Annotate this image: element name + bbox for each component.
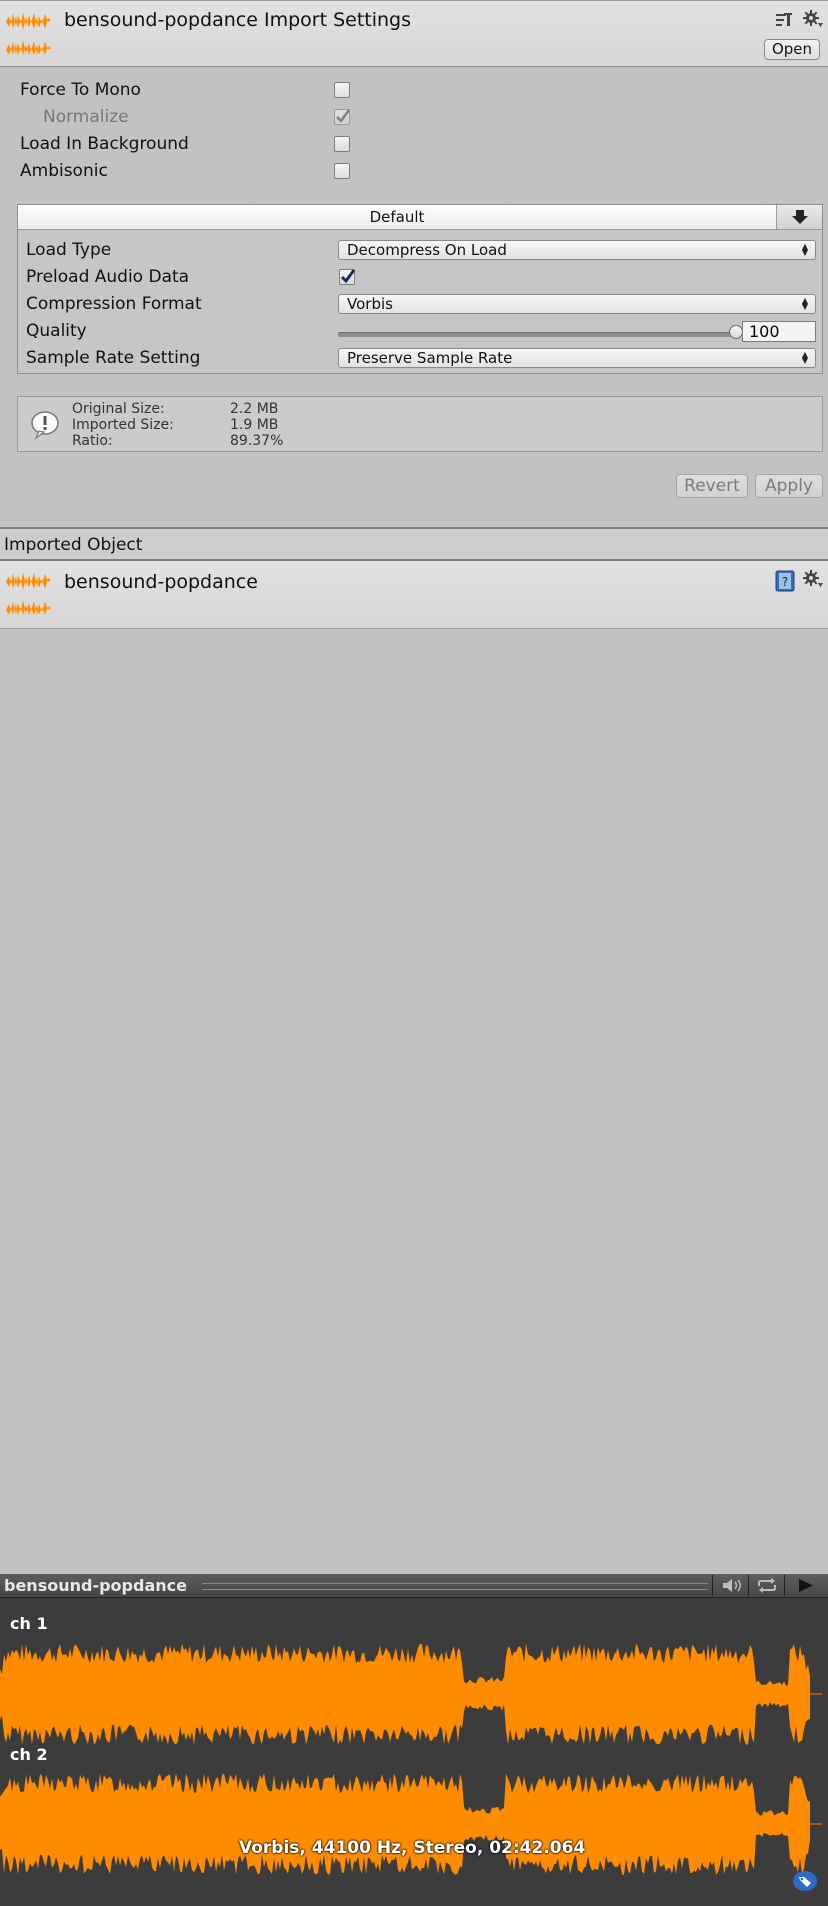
audio-preview-panel: bensound-popdance ch 1 ch 2 Vorbis, 4410…	[0, 1574, 828, 1906]
dropdown-arrows-icon: ▲ ▼	[801, 296, 808, 311]
preset-icon[interactable]	[775, 11, 793, 27]
loop-icon	[758, 1578, 776, 1593]
normalize-checkbox[interactable]	[334, 109, 351, 125]
play-button[interactable]	[784, 1575, 828, 1596]
load-type-label: Load Type	[26, 240, 112, 260]
compression-format-dropdown[interactable]: Vorbis ▲ ▼	[338, 294, 816, 314]
channel-2-label: ch 2	[10, 1745, 48, 1764]
inspector-header: bensound-popdance Import Settings Open	[0, 0, 828, 67]
revert-button[interactable]: Revert	[676, 474, 748, 498]
imported-object-name: bensound-popdance	[64, 571, 258, 593]
waveform-view[interactable]	[0, 1598, 828, 1906]
preload-audio-data-checkbox[interactable]	[339, 269, 356, 285]
imported-object-title: Imported Object	[4, 535, 143, 555]
quality-slider-thumb[interactable]	[729, 325, 743, 339]
force-to-mono-checkbox[interactable]	[334, 82, 350, 98]
original-size-value: 2.2 MB	[230, 401, 279, 417]
platform-settings-panel: Default Load Type Decompress On Load ▲ ▼ …	[17, 204, 823, 374]
force-to-mono-label: Force To Mono	[20, 80, 141, 100]
imported-size-value: 1.9 MB	[230, 417, 279, 433]
inspector-title: bensound-popdance Import Settings	[64, 9, 412, 31]
gear-icon[interactable]	[802, 569, 824, 589]
dropdown-arrows-icon: ▲ ▼	[801, 242, 808, 257]
gear-icon[interactable]	[802, 9, 824, 29]
ambisonic-checkbox[interactable]	[334, 163, 350, 179]
preview-drag-handle[interactable]	[202, 1583, 708, 1590]
checkmark-icon	[340, 269, 356, 284]
load-type-value: Decompress On Load	[347, 241, 507, 259]
imported-object-panel: bensound-popdance ?	[0, 559, 828, 629]
load-in-background-label: Load In Background	[20, 134, 189, 154]
play-icon	[799, 1579, 813, 1592]
tag-icon[interactable]	[792, 1870, 818, 1892]
ratio-label: Ratio:	[72, 433, 113, 449]
load-type-dropdown[interactable]: Decompress On Load ▲ ▼	[338, 240, 816, 260]
audio-info-caption: Vorbis, 44100 Hz, Stereo, 02:42.064	[239, 1838, 586, 1858]
dropdown-arrows-icon: ▲ ▼	[801, 350, 808, 365]
normalize-label: Normalize	[43, 107, 129, 127]
preview-toolbar: bensound-popdance	[0, 1574, 828, 1598]
quality-label: Quality	[26, 321, 87, 341]
info-speech-bubble-icon	[31, 411, 59, 440]
sample-rate-setting-value: Preserve Sample Rate	[347, 349, 513, 367]
help-book-icon[interactable]: ?	[774, 570, 796, 592]
size-info-box: Original Size: 2.2 MB Imported Size: 1.9…	[17, 396, 823, 452]
ratio-value: 89.37%	[230, 433, 284, 449]
download-arrow-icon	[792, 210, 808, 224]
imported-size-label: Imported Size:	[72, 417, 174, 433]
tab-default[interactable]: Default	[18, 205, 776, 229]
audio-clip-icon	[6, 572, 51, 615]
load-in-background-checkbox[interactable]	[334, 136, 350, 152]
sample-rate-setting-dropdown[interactable]: Preserve Sample Rate ▲ ▼	[338, 348, 816, 368]
svg-text:?: ?	[782, 575, 788, 589]
open-button[interactable]: Open	[764, 39, 820, 60]
preload-audio-data-label: Preload Audio Data	[26, 267, 190, 287]
compression-format-value: Vorbis	[347, 295, 393, 313]
apply-button[interactable]: Apply	[755, 474, 823, 498]
checkmark-icon	[336, 109, 351, 123]
mute-button[interactable]	[712, 1575, 748, 1596]
platform-tab-bar: Default	[18, 205, 822, 230]
sample-rate-setting-label: Sample Rate Setting	[26, 348, 201, 368]
audio-clip-icon	[6, 12, 51, 55]
quality-slider-track[interactable]	[338, 332, 734, 337]
speaker-icon	[723, 1579, 741, 1592]
preview-title: bensound-popdance	[4, 1576, 187, 1595]
compression-format-label: Compression Format	[26, 294, 202, 314]
quality-input[interactable]: 100	[742, 321, 816, 342]
channel-1-label: ch 1	[10, 1614, 48, 1633]
ambisonic-label: Ambisonic	[20, 161, 108, 181]
imported-object-header: Imported Object	[0, 527, 828, 561]
platform-download-button[interactable]	[776, 205, 822, 229]
original-size-label: Original Size:	[72, 401, 165, 417]
loop-button[interactable]	[748, 1575, 784, 1596]
